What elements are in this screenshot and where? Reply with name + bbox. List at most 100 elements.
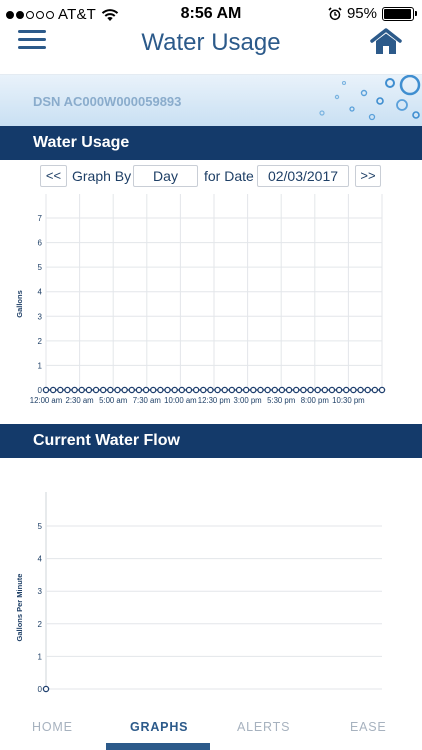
graph-controls: << Graph By Day for Date 02/03/2017 >> [0, 165, 422, 189]
data-point [371, 386, 379, 394]
data-point [257, 386, 264, 394]
data-point [264, 386, 271, 394]
x-tick-label: 5:00 am [99, 396, 127, 405]
data-point [78, 386, 85, 394]
y-tick-label: 3 [38, 587, 43, 596]
water-usage-section-header: Water Usage [0, 126, 422, 160]
y-tick-label: 1 [38, 361, 43, 370]
data-point [71, 386, 78, 394]
data-point [278, 386, 286, 394]
device-serial-number: DSN AC000W000059893 [33, 94, 182, 109]
data-point [343, 386, 350, 394]
data-point [164, 386, 171, 394]
data-point [228, 386, 236, 394]
x-tick-label: 8:00 pm [301, 396, 329, 405]
data-point [378, 386, 386, 394]
data-point [285, 386, 293, 394]
data-point [142, 386, 150, 394]
data-point [171, 386, 178, 394]
x-tick-label: 12:00 am [30, 396, 63, 405]
data-point [321, 386, 329, 394]
y-tick-label: 0 [38, 685, 43, 694]
current-flow-chart: 0 1 2 3 4 5 Gallons Per Minute [15, 492, 382, 694]
data-point [200, 386, 207, 394]
x-tick-label: 12:30 pm [198, 396, 231, 405]
x-tick-label: 2:30 am [66, 396, 94, 405]
y-axis-title: Gallons Per Minute [15, 574, 24, 642]
data-point [121, 386, 128, 394]
tab-home[interactable]: HOME [32, 720, 73, 734]
data-point [235, 386, 243, 394]
next-date-button[interactable]: >> [355, 165, 381, 187]
y-tick-label: 6 [38, 239, 43, 248]
active-tab-indicator [106, 743, 210, 750]
graph-by-select[interactable]: Day [133, 165, 198, 187]
data-point [314, 386, 321, 394]
data-point [128, 386, 136, 394]
app-header: Water Usage [0, 28, 422, 74]
status-right: 95% [328, 5, 417, 22]
y-tick-label: 2 [38, 337, 43, 346]
data-point [42, 685, 50, 693]
data-point [307, 386, 314, 394]
tab-ease[interactable]: EASE [350, 720, 387, 734]
data-point [214, 386, 221, 394]
data-point [350, 386, 357, 394]
battery-icon [382, 6, 417, 21]
tab-graphs[interactable]: GRAPHS [130, 720, 188, 734]
data-point [192, 386, 200, 394]
data-point [328, 386, 336, 394]
home-icon[interactable] [370, 28, 402, 56]
y-tick-label: 5 [38, 263, 43, 272]
current-flow-section-header: Current Water Flow [0, 424, 422, 458]
previous-date-button[interactable]: << [40, 165, 67, 187]
data-point [64, 386, 71, 394]
x-tick-label: 3:00 pm [234, 396, 262, 405]
y-tick-label: 5 [38, 522, 43, 531]
data-point [99, 386, 107, 394]
bottom-tab-bar: HOME GRAPHS ALERTS EASE [0, 712, 422, 750]
for-date-label: for Date [204, 168, 254, 184]
data-point [221, 386, 228, 394]
data-point [149, 386, 157, 394]
data-point [42, 386, 50, 394]
data-point [85, 386, 93, 394]
status-bar: AT&T 8:56 AM 95% [0, 0, 422, 28]
data-point [207, 386, 214, 394]
y-tick-label: 2 [38, 620, 43, 629]
data-point [107, 386, 114, 394]
y-tick-label: 7 [38, 214, 43, 223]
y-axis-title: Gallons [15, 290, 24, 318]
y-tick-label: 4 [38, 288, 43, 297]
data-point [114, 386, 121, 394]
data-point [57, 386, 64, 394]
x-tick-label: 10:00 am [164, 396, 197, 405]
data-point [292, 386, 300, 394]
x-tick-label: 10:30 pm [332, 396, 365, 405]
page-title: Water Usage [141, 29, 281, 56]
x-tick-label: 7:30 am [133, 396, 161, 405]
data-point [92, 386, 100, 394]
y-tick-label: 0 [38, 386, 43, 395]
alarm-icon [328, 6, 342, 20]
data-point [335, 386, 343, 394]
data-point [271, 386, 279, 394]
water-usage-chart: 0 1 2 3 4 5 6 7 Gallons 12:00 am 2:30 am 5:00 am 7:3… [15, 194, 386, 405]
date-input[interactable]: 02/03/2017 [257, 165, 349, 187]
y-tick-label: 1 [38, 652, 43, 661]
battery-percent: 95% [346, 5, 377, 22]
device-banner: DSN AC000W000059893 [0, 74, 422, 126]
data-point [300, 386, 307, 394]
y-tick-label: 4 [38, 555, 43, 564]
battery-fill [384, 8, 411, 19]
x-tick-label: 5:30 pm [267, 396, 295, 405]
tab-alerts[interactable]: ALERTS [237, 720, 290, 734]
data-point [135, 386, 143, 394]
water-bubbles-icon [319, 75, 421, 121]
data-point [178, 386, 186, 394]
data-point [49, 386, 57, 394]
data-point [157, 386, 164, 394]
data-point [357, 386, 364, 394]
y-tick-label: 3 [38, 312, 43, 321]
data-point [364, 386, 371, 394]
